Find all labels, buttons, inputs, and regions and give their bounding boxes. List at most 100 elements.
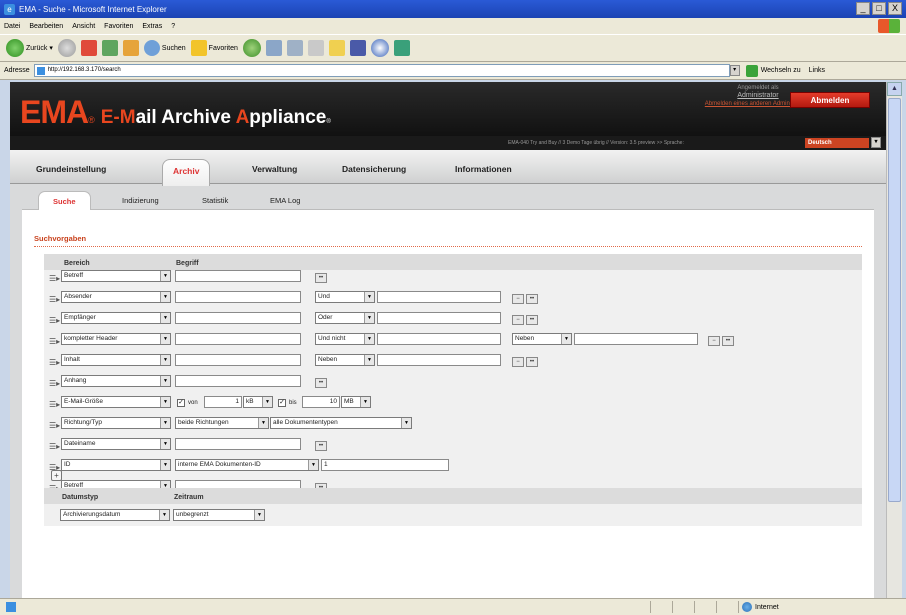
forward-icon[interactable] xyxy=(57,39,76,57)
mail-icon[interactable] xyxy=(265,40,282,56)
size-to-unit-select[interactable]: MB ▼ xyxy=(341,396,371,408)
row-menu-icon[interactable]: ☰▸ xyxy=(49,295,60,304)
menu-extras[interactable]: Extras xyxy=(142,23,162,30)
home-icon[interactable] xyxy=(122,40,139,56)
term-input[interactable] xyxy=(175,291,301,303)
row-menu-icon[interactable]: ☰▸ xyxy=(49,316,60,325)
add-term-button[interactable]: •• xyxy=(526,315,538,325)
date-type-select[interactable]: Archivierungsdatum ▼ xyxy=(60,509,170,521)
tools-icon[interactable] xyxy=(393,40,410,56)
print-icon[interactable] xyxy=(286,40,303,56)
scroll-thumb[interactable] xyxy=(888,98,901,502)
row-menu-icon[interactable]: ☰▸ xyxy=(49,421,60,430)
operator-select[interactable]: Und ▼ xyxy=(315,291,375,303)
add-term-button[interactable]: •• xyxy=(526,294,538,304)
add-row-button[interactable]: + xyxy=(51,470,62,481)
add-term-button[interactable]: •• xyxy=(722,336,734,346)
term-input-2[interactable] xyxy=(377,291,501,303)
term-input-2[interactable] xyxy=(377,312,501,324)
doctype-select[interactable]: alle Dokumententypen ▼ xyxy=(270,417,412,429)
direction-select[interactable]: beide Richtungen ▼ xyxy=(175,417,269,429)
size-from-input[interactable]: 1 xyxy=(204,396,242,408)
menu-favoriten[interactable]: Favoriten xyxy=(104,23,133,30)
term-input[interactable] xyxy=(175,375,301,387)
row-menu-icon[interactable]: ☰▸ xyxy=(49,337,60,346)
term-input[interactable] xyxy=(175,270,301,282)
menu-datei[interactable]: Datei xyxy=(4,23,20,30)
tab-grundeinstellung[interactable]: Grundeinstellung xyxy=(36,164,106,174)
expand-button[interactable]: •• xyxy=(315,273,327,283)
operator-select[interactable]: Und nicht ▼ xyxy=(315,333,375,345)
size-to-input[interactable]: 10 xyxy=(302,396,340,408)
menu-ansicht[interactable]: Ansicht xyxy=(72,23,95,30)
tab-indizierung[interactable]: Indizierung xyxy=(122,196,159,205)
tab-suche[interactable]: Suche xyxy=(38,191,91,211)
expand-button[interactable]: •• xyxy=(315,378,327,388)
tab-datensicherung[interactable]: Datensicherung xyxy=(342,164,406,174)
term-input-2[interactable] xyxy=(377,333,501,345)
search-button[interactable]: Suchen xyxy=(143,40,186,56)
close-button[interactable]: X xyxy=(888,2,902,15)
discuss-icon[interactable] xyxy=(349,40,366,56)
field-select[interactable]: Inhalt ▼ xyxy=(61,354,171,366)
expand-button[interactable]: •• xyxy=(315,441,327,451)
remove-term-button[interactable]: − xyxy=(512,294,524,304)
vertical-scrollbar[interactable]: ▲ xyxy=(886,82,902,598)
term-input-2[interactable] xyxy=(377,354,501,366)
operator-select-2[interactable]: Neben ▼ xyxy=(512,333,572,345)
term-input-3[interactable] xyxy=(574,333,698,345)
size-to-checkbox[interactable]: ✓ xyxy=(278,399,286,407)
tab-informationen[interactable]: Informationen xyxy=(455,164,512,174)
row-menu-icon[interactable]: ☰▸ xyxy=(49,379,60,388)
tab-ema-log[interactable]: EMA Log xyxy=(270,196,300,205)
language-select[interactable]: Deutsch ▾ xyxy=(805,137,881,148)
remove-term-button[interactable]: − xyxy=(512,315,524,325)
tab-statistik[interactable]: Statistik xyxy=(202,196,228,205)
back-button[interactable]: Zurück ▾ xyxy=(6,39,53,57)
logout-button[interactable]: Abmelden xyxy=(790,92,870,108)
row-menu-icon[interactable]: ☰▸ xyxy=(49,274,60,283)
go-button[interactable]: Wechseln zu xyxy=(745,64,801,77)
field-select[interactable]: Anhang ▼ xyxy=(61,375,171,387)
field-select[interactable]: ID ▼ xyxy=(61,459,171,471)
tab-verwaltung[interactable]: Verwaltung xyxy=(252,164,297,174)
messenger-icon[interactable] xyxy=(370,39,389,57)
size-from-checkbox[interactable]: ✓ xyxy=(177,399,185,407)
row-menu-icon[interactable]: ☰▸ xyxy=(49,358,60,367)
minimize-button[interactable]: _ xyxy=(856,2,870,15)
maximize-button[interactable]: □ xyxy=(872,2,886,15)
field-select[interactable]: kompletter Header ▼ xyxy=(61,333,171,345)
term-input[interactable] xyxy=(175,354,301,366)
refresh-icon[interactable] xyxy=(101,40,118,56)
remove-term-button[interactable]: − xyxy=(512,357,524,367)
stop-icon[interactable] xyxy=(80,40,97,56)
term-input[interactable] xyxy=(175,312,301,324)
operator-select[interactable]: Neben ▼ xyxy=(315,354,375,366)
field-select[interactable]: Empfänger ▼ xyxy=(61,312,171,324)
links-button[interactable]: Links xyxy=(809,67,825,74)
favorites-button[interactable]: Favoriten xyxy=(190,40,238,56)
url-input[interactable]: http://192.168.3.170/search xyxy=(33,64,730,77)
menu-help[interactable]: ? xyxy=(171,23,175,30)
field-select[interactable]: Absender ▼ xyxy=(61,291,171,303)
scroll-up-icon[interactable]: ▲ xyxy=(887,82,902,96)
history-icon[interactable] xyxy=(242,39,261,57)
address-dropdown-icon[interactable]: ▾ xyxy=(729,65,740,76)
field-select[interactable]: E-Mail-Größe ▼ xyxy=(61,396,171,408)
add-term-button[interactable]: •• xyxy=(526,357,538,367)
folder-icon[interactable] xyxy=(328,40,345,56)
id-input[interactable]: 1 xyxy=(321,459,449,471)
menu-bearbeiten[interactable]: Bearbeiten xyxy=(29,23,63,30)
field-select[interactable]: Dateiname ▼ xyxy=(61,438,171,450)
term-input[interactable] xyxy=(175,333,301,345)
row-menu-icon[interactable]: ☰▸ xyxy=(49,400,60,409)
term-input[interactable] xyxy=(175,438,301,450)
remove-term-button[interactable]: − xyxy=(708,336,720,346)
field-select[interactable]: Richtung/Typ ▼ xyxy=(61,417,171,429)
size-from-unit-select[interactable]: kB ▼ xyxy=(243,396,273,408)
field-select[interactable]: Betreff ▼ xyxy=(61,270,171,282)
operator-select[interactable]: Oder ▼ xyxy=(315,312,375,324)
row-menu-icon[interactable]: ☰▸ xyxy=(49,442,60,451)
timespan-select[interactable]: unbegrenzt ▼ xyxy=(173,509,265,521)
edit-icon[interactable] xyxy=(307,40,324,56)
